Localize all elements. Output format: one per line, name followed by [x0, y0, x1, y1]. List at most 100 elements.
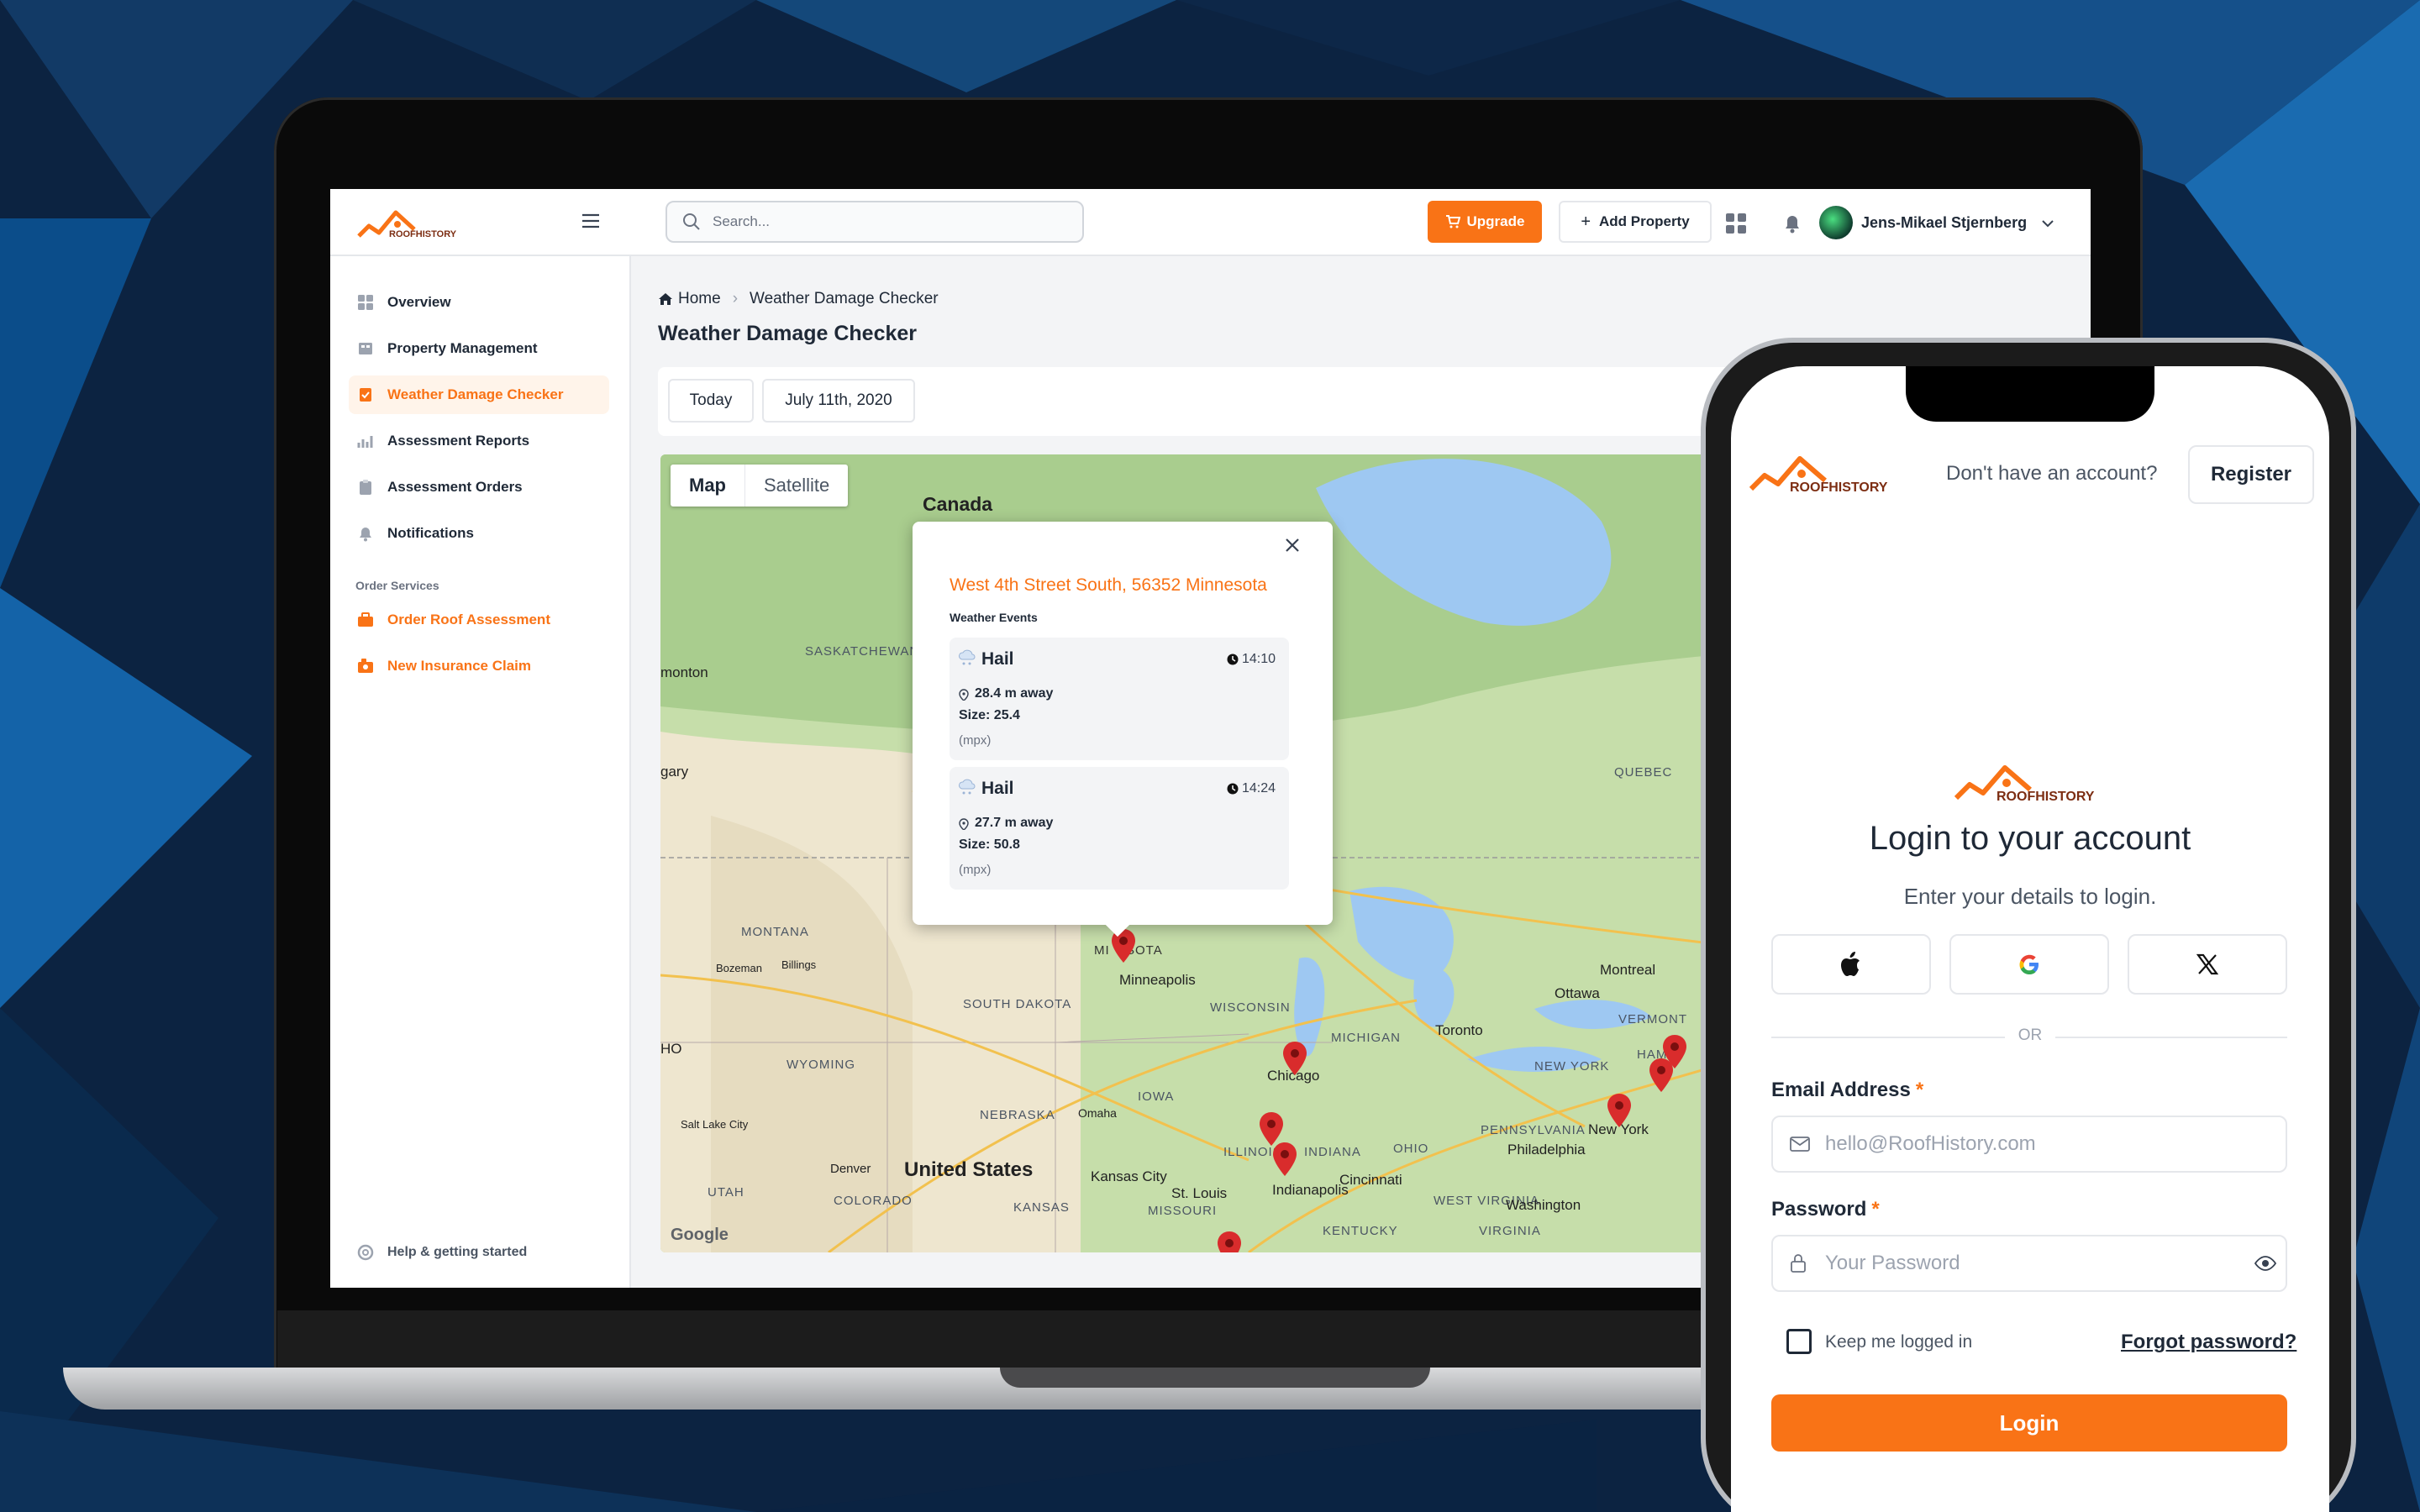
divider-text: OR	[2005, 1026, 2055, 1045]
grid-icon	[357, 294, 374, 311]
event-size: Size: 25.4	[959, 708, 1020, 722]
sidebar-item-label: New Insurance Claim	[387, 658, 532, 674]
sidebar-item-weather-damage-checker[interactable]: Weather Damage Checker	[349, 375, 609, 414]
sidebar-item-order-roof-assessment[interactable]: Order Roof Assessment	[349, 601, 609, 639]
keep-logged-in-checkbox[interactable]	[1786, 1329, 1812, 1354]
today-chip[interactable]: Today	[668, 379, 754, 423]
sidebar-item-new-insurance-claim[interactable]: New Insurance Claim	[349, 647, 609, 685]
map-label: NEBRASKA	[980, 1108, 1055, 1122]
map-label: Minneapolis	[1119, 972, 1196, 988]
sidebar-item-notifications[interactable]: Notifications	[349, 514, 609, 553]
brand-logo[interactable]: ROOFHISTORY	[355, 204, 465, 243]
sidebar: Overview Property Management Weather Dam…	[330, 256, 631, 1288]
help-link[interactable]: Help & getting started	[349, 1233, 609, 1272]
forgot-password-link[interactable]: Forgot password?	[2121, 1331, 2296, 1354]
email-field[interactable]: hello@RoofHistory.com	[1771, 1116, 2287, 1173]
brand-logo[interactable]: ROOFHISTORY	[1748, 447, 1899, 497]
sidebar-item-assessment-orders[interactable]: Assessment Orders	[349, 468, 609, 507]
no-account-text: Don't have an account?	[1946, 462, 2158, 485]
plus-icon: +	[1581, 212, 1591, 231]
x-icon	[2196, 953, 2218, 975]
home-icon	[659, 293, 672, 305]
menu-icon[interactable]	[581, 213, 601, 229]
dynamic-island	[1906, 366, 2154, 422]
breadcrumb-home[interactable]: Home	[658, 290, 721, 308]
order-services-heading: Order Services	[355, 579, 439, 592]
cart-icon	[1445, 215, 1460, 228]
event-size: Size: 50.8	[959, 837, 1020, 852]
sidebar-item-overview[interactable]: Overview	[349, 283, 609, 322]
add-property-label: Add Property	[1599, 213, 1690, 229]
apps-grid-icon[interactable]	[1725, 213, 1747, 234]
map-label: St. Louis	[1171, 1185, 1228, 1201]
map-pin[interactable]	[1217, 1231, 1242, 1252]
apple-login-button[interactable]	[1771, 934, 1931, 995]
lock-icon	[1791, 1254, 1806, 1273]
required-mark: *	[1915, 1079, 1924, 1101]
event-time: 14:24	[1242, 781, 1276, 795]
search-input[interactable]: Search...	[666, 201, 1084, 243]
keep-logged-in-label: Keep me logged in	[1825, 1332, 1973, 1352]
clock-icon	[1227, 654, 1239, 665]
upgrade-button[interactable]: Upgrade	[1428, 201, 1542, 243]
map-label: WYOMING	[786, 1058, 855, 1072]
sidebar-item-label: Assessment Reports	[387, 433, 530, 449]
chevron-down-icon[interactable]	[2041, 218, 2054, 228]
map-label: Billings	[781, 958, 817, 971]
chevron-right-icon: ›	[732, 290, 739, 307]
email-label: Email Address *	[1771, 1079, 1923, 1102]
map-pin[interactable]	[1282, 1041, 1307, 1076]
map-label: QUEBEC	[1614, 765, 1673, 780]
lifebuoy-icon	[357, 1244, 374, 1261]
map-label: MI	[1094, 943, 1110, 958]
map-label: Canada	[923, 493, 993, 515]
map-pin[interactable]	[1662, 1034, 1687, 1069]
map-label: Kansas City	[1091, 1168, 1167, 1184]
map-pin[interactable]	[1607, 1093, 1632, 1128]
add-property-button[interactable]: + Add Property	[1559, 201, 1712, 243]
event-unit: (mpx)	[959, 863, 992, 877]
popup-address: West 4th Street South, 56352 Minnesota	[950, 575, 1267, 595]
hail-icon	[959, 649, 976, 665]
google-login-button[interactable]	[1949, 934, 2109, 995]
bell-icon[interactable]	[1782, 213, 1802, 234]
brand-text: ROOFHISTORY	[389, 229, 457, 239]
login-button[interactable]: Login	[1771, 1394, 2287, 1452]
map-label: Ottawa	[1555, 985, 1600, 1001]
center-logo: ROOFHISTORY	[1953, 756, 2107, 806]
tab-map[interactable]: Map	[671, 465, 745, 507]
map-label: Salt Lake City	[681, 1118, 749, 1131]
tab-satellite[interactable]: Satellite	[745, 465, 848, 507]
event-unit: (mpx)	[959, 733, 992, 748]
user-name[interactable]: Jens-Mikael Stjernberg	[1861, 214, 2027, 232]
x-login-button[interactable]	[2128, 934, 2287, 995]
map-type-tabs: Map Satellite	[671, 465, 849, 507]
email-placeholder: hello@RoofHistory.com	[1825, 1132, 2036, 1155]
event-distance: 27.7 m away	[975, 816, 1054, 830]
register-button[interactable]: Register	[2188, 445, 2314, 504]
location-icon	[959, 689, 969, 701]
apple-icon	[1841, 952, 1860, 976]
sidebar-item-assessment-reports[interactable]: Assessment Reports	[349, 422, 609, 460]
clock-icon	[1227, 783, 1239, 795]
sidebar-item-label: Weather Damage Checker	[387, 386, 564, 402]
weather-event-card: Hail 14:24 27.7 m away Size: 50.8 (mpx)	[950, 767, 1289, 890]
close-icon[interactable]	[1282, 535, 1302, 555]
brand-text: ROOFHISTORY	[1996, 790, 2095, 804]
briefcase-icon	[357, 612, 374, 628]
map-label: MICHIGAN	[1331, 1031, 1401, 1045]
upgrade-label: Upgrade	[1466, 213, 1525, 229]
map-pin[interactable]	[1272, 1142, 1297, 1177]
breadcrumb: Home › Weather Damage Checker	[658, 290, 939, 308]
search-icon	[683, 213, 700, 230]
map-label: Bozeman	[716, 962, 762, 974]
map-label: Indianapolis	[1272, 1182, 1349, 1198]
sidebar-item-property-management[interactable]: Property Management	[349, 329, 609, 368]
password-field[interactable]: Your Password	[1771, 1235, 2287, 1292]
claim-icon	[357, 658, 374, 675]
date-chip[interactable]: July 11th, 2020	[762, 379, 915, 423]
clipboard-icon	[357, 479, 374, 496]
chart-icon	[357, 433, 374, 449]
eye-icon[interactable]	[2254, 1255, 2277, 1272]
avatar[interactable]	[1819, 206, 1853, 239]
